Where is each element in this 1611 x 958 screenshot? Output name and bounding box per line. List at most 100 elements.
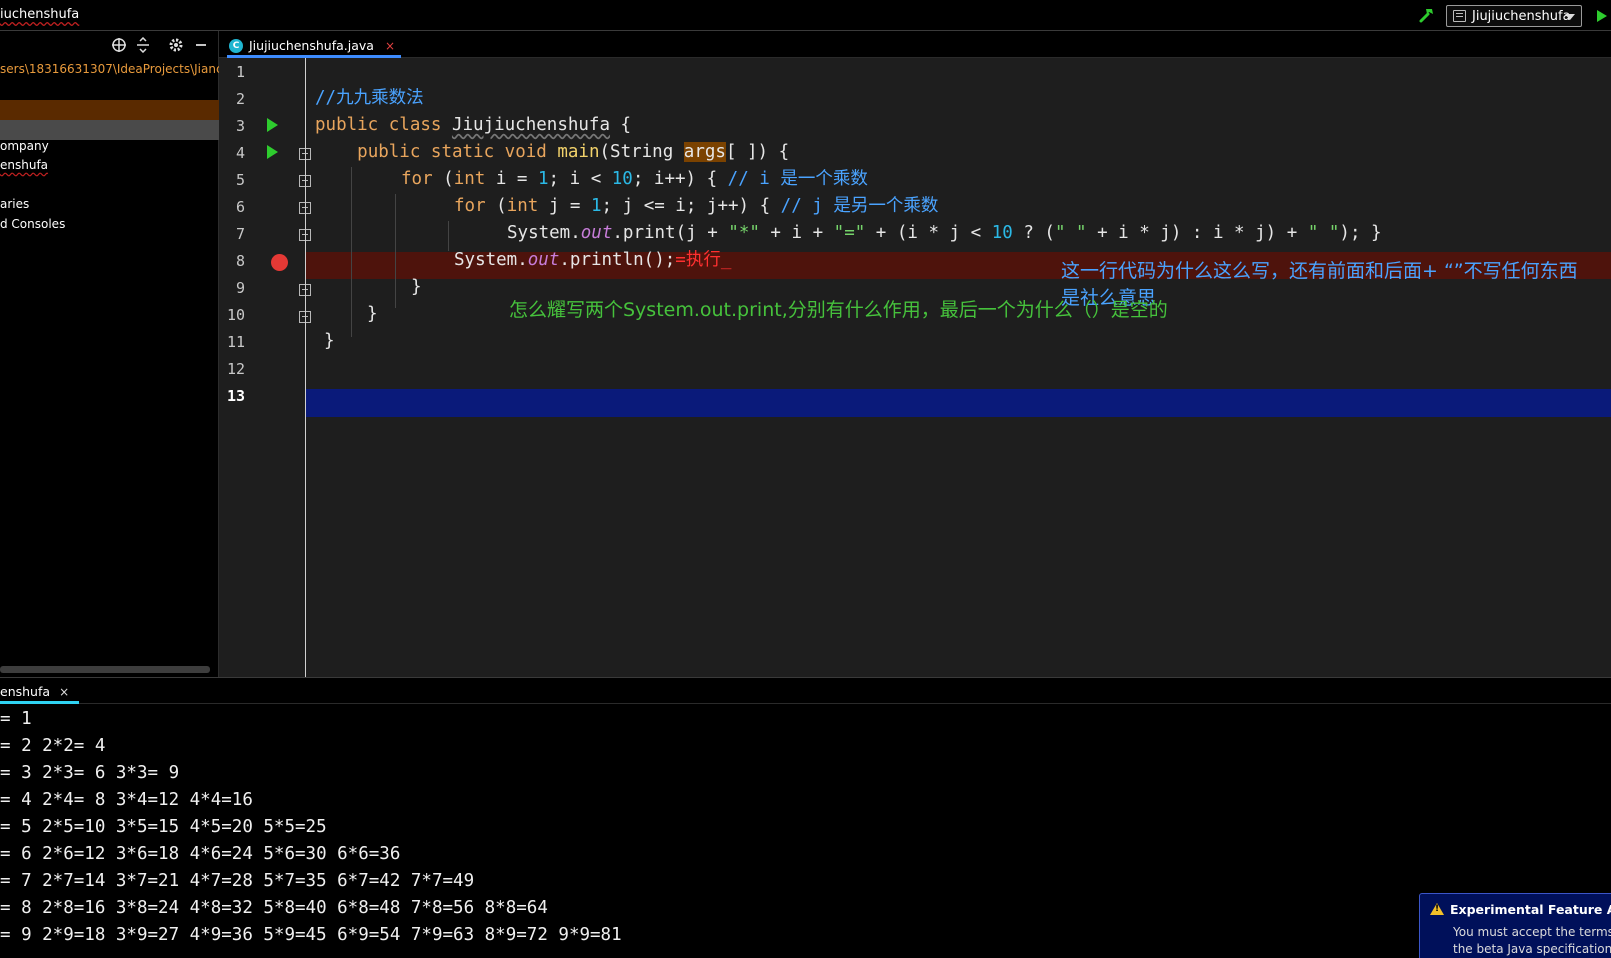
code-number: 1 — [591, 196, 602, 216]
code-editor[interactable]: 1 2 3 4 5 6 7 8 9 10 11 12 13 //九九乘数法 pu… — [219, 58, 1611, 677]
notification-body: You must accept the terms the beta Java … — [1453, 924, 1611, 958]
code-comment: // i 是一个乘数 — [727, 169, 868, 189]
close-icon[interactable]: × — [385, 39, 395, 53]
line-number: 10 — [226, 306, 245, 324]
code-text: ; i < — [548, 169, 612, 189]
code-keyword: for — [454, 196, 497, 216]
run-configuration-select[interactable]: Jiujiuchenshufa — [1446, 5, 1582, 27]
minimize-icon[interactable] — [193, 37, 209, 53]
code-comment: // j 是另一个乘数 — [780, 196, 939, 216]
line-number: 7 — [235, 225, 245, 243]
line-number: 3 — [235, 117, 245, 135]
code-error-text: =执行_ — [675, 250, 732, 270]
code-text: [ ]) { — [725, 142, 790, 162]
code-line-7: System.out.print(j + "*" + i + "=" + (i … — [507, 220, 1382, 247]
code-string: "=" — [833, 223, 866, 243]
code-line-11: } — [324, 331, 335, 351]
notification-title: Experimental Feature Aler — [1450, 902, 1611, 917]
code-line-5: for (int i = 1; i < 10; i++) { // i 是一个乘… — [401, 166, 868, 193]
warning-icon — [1430, 903, 1444, 915]
console-line: = 4 2*4= 8 3*4=12 4*4=16 — [0, 790, 253, 810]
line-number: 6 — [235, 198, 245, 216]
code-text: + (i * j < — [865, 223, 992, 243]
code-text: ; i++) { — [632, 169, 728, 189]
code-string: " " — [1054, 223, 1087, 243]
line-number: 1 — [235, 63, 245, 81]
tree-item-libraries[interactable]: aries — [0, 197, 29, 211]
editor-gutter[interactable]: 1 2 3 4 5 6 7 8 9 10 11 12 13 — [219, 58, 311, 677]
run-console[interactable]: = 1 = 2 2*2= 4 = 3 2*3= 6 3*3= 9 = 4 2*4… — [0, 704, 1611, 958]
breakpoint-icon[interactable] — [271, 254, 288, 271]
java-class-icon: C — [229, 39, 243, 53]
line-number: 5 — [235, 171, 245, 189]
locate-icon[interactable] — [111, 37, 127, 53]
experimental-feature-notification[interactable]: Experimental Feature Aler You must accep… — [1419, 893, 1611, 958]
console-line: = 8 2*8=16 3*8=24 4*8=32 5*8=40 6*8=48 7… — [0, 898, 548, 918]
tree-item-class[interactable]: enshufa — [0, 158, 48, 172]
code-text: ? ( — [1012, 223, 1055, 243]
code-text: ( — [496, 196, 507, 216]
project-name[interactable]: iuchenshufa — [0, 7, 79, 22]
code-param-highlight: args — [683, 142, 726, 162]
console-line: = 1 — [0, 709, 32, 729]
line-number: 12 — [226, 360, 245, 378]
gear-icon[interactable] — [168, 37, 184, 53]
console-line: = 6 2*6=12 3*6=18 4*6=24 5*6=30 6*6=36 — [0, 844, 401, 864]
tree-item-scratches[interactable]: d Consoles — [0, 217, 65, 231]
project-panel: sers\18316631307\IdeaProjects\Jianch omp… — [0, 31, 219, 677]
code-line-10: } — [367, 304, 378, 324]
code-keyword: int — [506, 196, 539, 216]
code-text: System. — [507, 223, 581, 243]
run-icon[interactable] — [1597, 10, 1607, 22]
code-text: ); } — [1339, 223, 1382, 243]
tree-row-selected[interactable] — [0, 100, 219, 120]
line-number-current: 13 — [226, 387, 245, 405]
code-line-9: } — [411, 277, 422, 297]
indent-guide — [351, 167, 352, 337]
run-main-icon[interactable] — [267, 145, 278, 159]
code-text: System. — [454, 250, 528, 270]
code-text: + i + — [759, 223, 834, 243]
code-field: out — [527, 250, 560, 270]
code-line-4: public static void main(String args[ ]) … — [315, 139, 789, 166]
editor-tab-bar: C Jiujiuchenshufa.java × — [219, 31, 1611, 58]
tree-item-company[interactable]: ompany — [0, 139, 49, 153]
console-line: = 5 2*5=10 3*5=15 4*5=20 5*5=25 — [0, 817, 327, 837]
notification-line: the beta Java specification — [1453, 942, 1611, 956]
code-line-2: //九九乘数法 — [315, 85, 424, 112]
code-text: j = — [538, 196, 591, 216]
horizontal-scrollbar[interactable] — [0, 666, 210, 673]
code-comment: //九九乘数法 — [315, 88, 424, 108]
close-icon[interactable]: × — [59, 685, 69, 699]
title-bar: iuchenshufa Jiujiuchenshufa — [0, 0, 1611, 31]
console-line: = 7 2*7=14 3*7=21 4*7=28 5*7=35 6*7=42 7… — [0, 871, 475, 891]
tab-run[interactable]: enshufa × — [0, 681, 80, 704]
tab-jiujiuchenshufa[interactable]: C Jiujiuchenshufa.java × — [227, 35, 402, 58]
code-string: " " — [1307, 223, 1340, 243]
code-line-3: public class Jiujiuchenshufa { — [315, 112, 631, 139]
tree-row-highlight[interactable] — [0, 120, 219, 140]
code-text: .println(); — [559, 250, 676, 270]
collapse-all-icon[interactable] — [135, 37, 151, 53]
code-keyword: for — [401, 169, 444, 189]
code-text: .print(j + — [612, 223, 729, 243]
run-panel-header: enshufa × — [0, 677, 1611, 704]
code-text: i = — [485, 169, 538, 189]
build-hammer-icon[interactable] — [1418, 6, 1436, 24]
run-class-icon[interactable] — [267, 118, 278, 132]
line-number: 9 — [235, 279, 245, 297]
project-path[interactable]: sers\18316631307\IdeaProjects\Jianch — [0, 62, 219, 76]
code-string: "*" — [728, 223, 760, 243]
chevron-down-icon — [1565, 14, 1575, 20]
code-number: 1 — [538, 169, 549, 189]
code-text: ; j <= i; j++) { — [601, 196, 781, 216]
line-number: 4 — [235, 144, 245, 162]
code-keyword: int — [453, 169, 486, 189]
run-config-label: Jiujiuchenshufa — [1472, 9, 1571, 24]
indent-guide — [395, 194, 396, 308]
gutter-divider — [305, 58, 306, 677]
line-number: 8 — [235, 252, 245, 270]
code-keyword: public static void — [357, 142, 558, 162]
code-text: + i * j) : i * j) + — [1086, 223, 1308, 243]
